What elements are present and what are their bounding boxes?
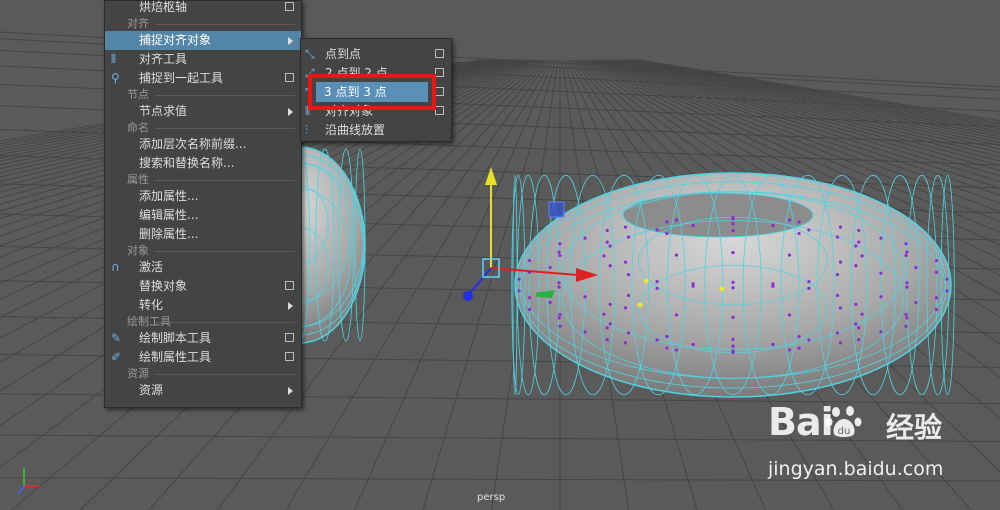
section-label: 对齐 bbox=[127, 17, 149, 30]
submenu-item[interactable]: ⫶ 沿曲线放置 bbox=[301, 121, 451, 140]
menu-section-header: 绘制工具 bbox=[105, 315, 301, 329]
option-box-icon[interactable] bbox=[285, 352, 294, 361]
section-label: 绘制工具 bbox=[127, 315, 171, 328]
submenu-item-label: 沿曲线放置 bbox=[325, 123, 386, 137]
menu-section-header: 命名 bbox=[105, 121, 301, 135]
menu-item[interactable]: 节点求值 bbox=[105, 102, 301, 121]
axis-indicator bbox=[17, 468, 40, 495]
menu-section-header: 属性 bbox=[105, 173, 301, 187]
menu-item[interactable]: 转化 bbox=[105, 296, 301, 315]
option-box-icon[interactable] bbox=[435, 106, 444, 115]
place-on-curve-icon: ⫶ bbox=[305, 123, 309, 137]
submenu-item-3-points-to-3-points[interactable]: 3 点到 3 点 bbox=[316, 82, 428, 102]
camera-label: persp bbox=[477, 492, 506, 503]
menu-item-label: 捕捉到一起工具 bbox=[139, 71, 224, 85]
selection-handle[interactable] bbox=[548, 201, 565, 218]
menu-item-label: 添加属性... bbox=[139, 189, 199, 203]
menu-item-label: 节点求值 bbox=[139, 104, 188, 118]
menu-item[interactable]: 替换对象 bbox=[105, 277, 301, 296]
section-label: 对象 bbox=[127, 244, 149, 257]
watermark-url: jingyan.baidu.com bbox=[768, 458, 944, 480]
menu-item-label: 捕捉对齐对象 bbox=[139, 33, 212, 47]
option-box-icon[interactable] bbox=[435, 49, 444, 58]
menu-section-header: 对象 bbox=[105, 244, 301, 258]
align-icon: ⫴ bbox=[111, 52, 117, 66]
menu-section-header: 节点 bbox=[105, 88, 301, 102]
menu-section-header: 资源 bbox=[105, 367, 301, 381]
watermark-suffix: 经验 bbox=[886, 411, 943, 444]
section-label: 节点 bbox=[127, 88, 149, 101]
option-box-icon[interactable] bbox=[435, 68, 444, 77]
menu-item-label: 转化 bbox=[139, 298, 164, 312]
menu-item-label: 激活 bbox=[139, 260, 164, 274]
option-box-icon[interactable] bbox=[285, 333, 294, 342]
menu-item[interactable]: ✎ 绘制脚本工具 bbox=[105, 329, 301, 348]
menu-item[interactable]: ✐ 绘制属性工具 bbox=[105, 348, 301, 367]
baidu-jingyan-watermark: Bai du 经验 jingyan.baidu.com bbox=[768, 400, 988, 495]
submenu-item[interactable]: ⤡ 点到点 bbox=[301, 45, 451, 64]
section-label: 资源 bbox=[127, 367, 149, 380]
paint-attribute-icon: ✐ bbox=[111, 350, 122, 364]
snap-together-icon: ⚲ bbox=[111, 71, 120, 85]
submenu-arrow-icon bbox=[288, 108, 293, 116]
menu-item[interactable]: 添加层次名称前缀... bbox=[105, 135, 301, 154]
menu-item[interactable]: 删除属性... bbox=[105, 225, 301, 244]
menu-item-label: 绘制属性工具 bbox=[139, 350, 212, 364]
menu-item[interactable]: 烘焙枢轴 bbox=[105, 0, 301, 17]
menu-item[interactable]: 捕捉对齐对象 bbox=[105, 31, 301, 50]
paw-icon: du bbox=[825, 406, 862, 437]
watermark-brand: Bai bbox=[768, 400, 834, 444]
menu-item[interactable]: 搜索和替换名称... bbox=[105, 154, 301, 173]
option-box-icon[interactable] bbox=[285, 281, 294, 290]
option-box-icon[interactable] bbox=[285, 2, 294, 11]
menu-item-label: 删除属性... bbox=[139, 227, 199, 241]
modify-menu: 烘焙枢轴对齐捕捉对齐对象 ⫴ 对齐工具 ⚲ 捕捉到一起工具节点节点求值命名添加层次名称前… bbox=[104, 0, 302, 408]
paint-brush-icon: ✎ bbox=[111, 331, 122, 345]
menu-item-label: 烘焙枢轴 bbox=[139, 0, 188, 14]
menu-item-label: 替换对象 bbox=[139, 279, 188, 293]
menu-item-label: 对齐工具 bbox=[139, 52, 188, 66]
submenu-item-label: 点到点 bbox=[325, 47, 362, 61]
point-to-point-icon: ⤡ bbox=[305, 47, 315, 61]
menu-item-label: 添加层次名称前缀... bbox=[139, 137, 247, 151]
section-label: 命名 bbox=[127, 121, 149, 134]
magnet-icon: ∩ bbox=[111, 260, 120, 274]
menu-section-header: 对齐 bbox=[105, 17, 301, 31]
menu-item-label: 资源 bbox=[139, 383, 164, 397]
menu-item-label: 编辑属性... bbox=[139, 208, 199, 222]
section-label: 属性 bbox=[127, 173, 149, 186]
torus-right[interactable] bbox=[511, 172, 955, 398]
menu-item[interactable]: ⫴ 对齐工具 bbox=[105, 50, 301, 69]
option-box-icon[interactable] bbox=[285, 73, 294, 82]
submenu-arrow-icon bbox=[288, 37, 293, 45]
menu-item[interactable]: 编辑属性... bbox=[105, 206, 301, 225]
menu-item-label: 绘制脚本工具 bbox=[139, 331, 212, 345]
menu-item[interactable]: 添加属性... bbox=[105, 187, 301, 206]
menu-item[interactable]: ∩ 激活 bbox=[105, 258, 301, 277]
option-box-icon[interactable] bbox=[435, 87, 444, 96]
menu-item[interactable]: 资源 bbox=[105, 381, 301, 400]
submenu-arrow-icon bbox=[288, 387, 293, 395]
menu-item[interactable]: ⚲ 捕捉到一起工具 bbox=[105, 69, 301, 88]
submenu-arrow-icon bbox=[288, 302, 293, 310]
menu-item-label: 搜索和替换名称... bbox=[139, 156, 235, 170]
svg-text:du: du bbox=[838, 426, 851, 437]
